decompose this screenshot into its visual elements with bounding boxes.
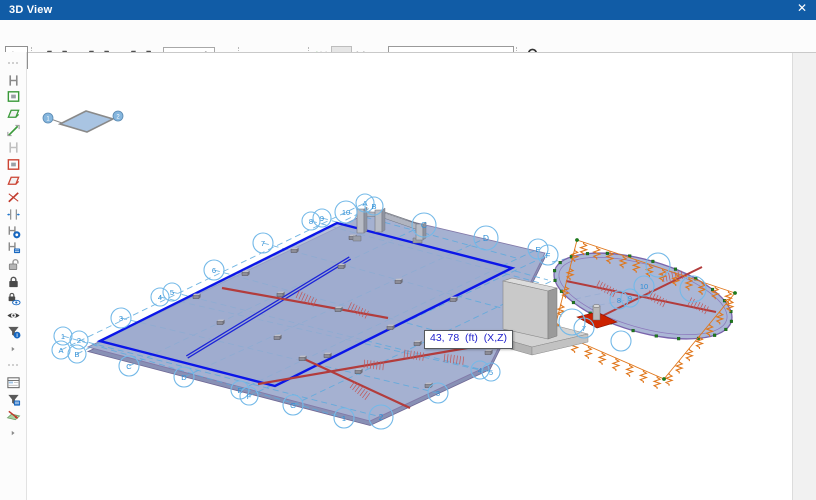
sidebar-lock-visibility-button[interactable] [5,290,21,306]
view-toolbar: ↺+X↻-X↺+Y↻-Y↺+Z↻-Z ° ▼ ISO PLN ▼ ▼ Type … [0,20,816,52]
svg-text:8: 8 [617,296,621,305]
svg-text:A: A [58,346,63,355]
svg-text:7: 7 [261,239,265,248]
right-gutter [792,53,816,500]
window-titlebar: 3D View ✕ [0,0,816,20]
svg-text:6: 6 [212,266,216,275]
sidebar-plate-green-button[interactable] [5,89,21,105]
sidebar-member-green-button[interactable] [5,123,21,139]
3d-viewport[interactable]: 12 [28,53,816,500]
sidebar-beam-section-button[interactable] [5,72,21,88]
grip-icon [5,357,21,373]
svg-text:B: B [74,350,79,359]
sidebar-surface-green-button[interactable] [5,106,21,122]
svg-text:C: C [126,362,132,371]
sidebar-plate-red-button[interactable] [5,156,21,172]
svg-text:5: 5 [489,368,493,377]
sidebar-visibility-eye-button[interactable] [5,307,21,323]
svg-text:3: 3 [119,314,123,323]
svg-text:2: 2 [379,412,384,422]
sidebar-filter-results-button[interactable] [5,391,21,407]
close-icon[interactable]: ✕ [797,1,807,15]
svg-text:1: 1 [61,332,65,341]
svg-text:4: 4 [478,366,482,375]
svg-text:G: G [290,401,296,410]
svg-text:F: F [247,392,252,401]
svg-text:3: 3 [436,389,440,398]
svg-text:9: 9 [628,294,632,303]
svg-text:5: 5 [170,288,174,297]
sidebar-section-cut-button[interactable] [5,408,21,424]
svg-text:4: 4 [158,293,162,302]
sidebar-node-spacing-button[interactable] [5,206,21,222]
svg-text:2: 2 [77,336,81,345]
svg-text:1: 1 [342,414,346,423]
expand-icon[interactable] [5,341,21,357]
svg-text:C: C [421,220,427,230]
sidebar-filter-info-button[interactable]: i [5,324,21,340]
svg-text:7: 7 [582,324,586,333]
sidebar-surface-red-button[interactable] [5,173,21,189]
sidebar-member-red-button[interactable] [5,190,21,206]
grip-icon [5,55,21,71]
sidebar-lock-open-button[interactable] [5,257,21,273]
sidebar-member-properties-button[interactable] [5,223,21,239]
window-title: 3D View [0,4,52,16]
sidebar-member-database-button[interactable] [5,240,21,256]
mini-plate-element[interactable] [48,111,118,132]
svg-text:10: 10 [342,208,350,217]
coordinate-tooltip: 43, 78 (ft) (X,Z) [424,330,513,349]
sidebar-lock-closed-button[interactable] [5,274,21,290]
svg-text:10: 10 [640,282,648,291]
svg-text:F: F [546,251,551,260]
sidebar-beam-section-gray-button[interactable] [5,139,21,155]
sidebar-load-table-button[interactable] [5,374,21,390]
selection-toolbar: i [0,52,27,500]
svg-text:B: B [371,202,376,211]
svg-text:D: D [181,373,187,382]
expand-icon[interactable] [5,425,21,441]
svg-text:D: D [483,233,489,243]
svg-text:9: 9 [320,214,324,223]
